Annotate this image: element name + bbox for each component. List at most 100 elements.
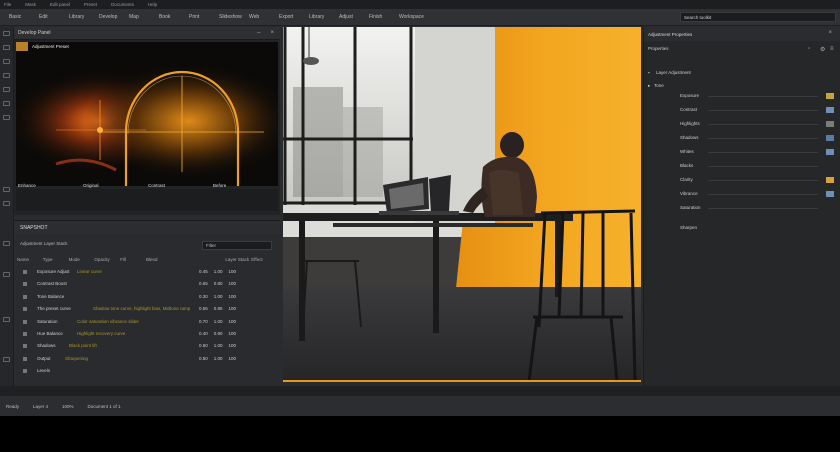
layers-tool-icon[interactable] bbox=[3, 241, 10, 246]
table-row[interactable]: Exposure Adjust Linear curve 0.45 1.00 100 bbox=[17, 267, 277, 279]
row-checkbox[interactable] bbox=[23, 356, 27, 361]
prop-swatch[interactable] bbox=[826, 135, 834, 141]
brush-tool-icon[interactable] bbox=[3, 59, 10, 64]
menu-item-file[interactable]: File bbox=[4, 2, 11, 7]
thumb-label-before[interactable]: Before bbox=[213, 183, 278, 188]
footer-zoom[interactable]: 100% bbox=[62, 404, 74, 409]
col-fill[interactable]: Fill bbox=[120, 257, 146, 262]
row-checkbox[interactable] bbox=[23, 270, 27, 274]
prop-swatch[interactable] bbox=[826, 149, 834, 155]
prop-slider[interactable] bbox=[708, 110, 818, 111]
tab-web[interactable]: Web bbox=[249, 14, 279, 20]
prop-slider[interactable] bbox=[708, 194, 818, 195]
prop-row[interactable]: Highlights bbox=[644, 119, 840, 129]
table-row[interactable]: Output Sharpening 0.50 1.00 100 bbox=[17, 354, 277, 366]
tab-book[interactable]: Book bbox=[159, 14, 189, 20]
reset-icon[interactable]: ▫ bbox=[808, 46, 810, 52]
mask-tool-icon[interactable] bbox=[3, 87, 10, 92]
tab-library-2[interactable]: Library bbox=[309, 14, 339, 20]
menu-item-mask[interactable]: Mask bbox=[25, 2, 36, 7]
row-checkbox[interactable] bbox=[23, 307, 27, 312]
thumb-label-contrast[interactable]: Contrast bbox=[148, 183, 213, 188]
tab-adjust[interactable]: Adjust bbox=[339, 14, 369, 20]
prop-row[interactable]: Saturation bbox=[644, 203, 840, 213]
history-tool-icon[interactable] bbox=[3, 272, 10, 277]
tab-export[interactable]: Export bbox=[279, 14, 309, 20]
settings-tool-icon[interactable] bbox=[3, 357, 10, 362]
col-blend[interactable]: Blend bbox=[146, 257, 225, 262]
tab-print[interactable]: Print bbox=[189, 14, 219, 20]
col-mode[interactable]: Mode bbox=[69, 257, 95, 262]
menu-item-preset[interactable]: Preset bbox=[84, 2, 97, 7]
row-checkbox[interactable] bbox=[23, 331, 27, 336]
text-tool-icon[interactable] bbox=[3, 115, 10, 120]
prop-slider[interactable] bbox=[708, 124, 818, 125]
prop-row[interactable]: Exposure bbox=[644, 91, 840, 101]
move-tool-icon[interactable] bbox=[3, 31, 10, 36]
prop-slider[interactable] bbox=[708, 138, 818, 139]
zoom-tool-icon[interactable] bbox=[3, 187, 10, 192]
col-name[interactable]: Name bbox=[17, 257, 43, 262]
prop-row[interactable]: Clarity bbox=[644, 175, 840, 185]
minimize-icon[interactable]: – bbox=[257, 30, 260, 36]
menu-item-edit-panel[interactable]: Edit panel bbox=[50, 2, 70, 7]
tab-edit[interactable]: Edit bbox=[39, 14, 69, 20]
filter-input[interactable]: Filter bbox=[202, 241, 272, 250]
thumb-label-original[interactable]: Original bbox=[83, 183, 148, 188]
close-icon[interactable]: × bbox=[270, 30, 274, 36]
row-checkbox[interactable] bbox=[23, 294, 27, 299]
group-chevron-icon[interactable]: ▸ bbox=[648, 83, 650, 89]
info-tool-icon[interactable] bbox=[3, 317, 10, 322]
gear-icon[interactable]: ⚙ bbox=[820, 46, 825, 53]
row-checkbox[interactable] bbox=[23, 344, 27, 349]
table-row[interactable]: Hue Balance Highlight recovery curve 0.4… bbox=[17, 329, 277, 341]
tab-finish[interactable]: Finish bbox=[369, 14, 399, 20]
prop-row[interactable]: Whites bbox=[644, 147, 840, 157]
row-checkbox[interactable] bbox=[23, 282, 27, 287]
prop-slider[interactable] bbox=[708, 166, 818, 167]
prop-row[interactable]: Vibrance bbox=[644, 189, 840, 199]
prop-row[interactable]: Sharpen bbox=[644, 223, 840, 233]
row-checkbox[interactable] bbox=[23, 319, 27, 324]
table-row[interactable]: Levels bbox=[17, 366, 277, 378]
tab-workspace[interactable]: Workspace bbox=[399, 14, 429, 20]
search-input[interactable]: Search toolkit bbox=[680, 12, 836, 22]
row-checkbox[interactable] bbox=[23, 369, 27, 374]
col-effect[interactable]: Effect bbox=[251, 257, 277, 262]
table-row[interactable]: The preset curve Shadow tone curve, high… bbox=[17, 304, 277, 316]
prop-row[interactable]: Blacks bbox=[644, 161, 840, 171]
col-layer-stack[interactable]: Layer Stack bbox=[225, 257, 251, 262]
close-icon[interactable]: × bbox=[828, 30, 832, 36]
crop-tool-icon[interactable] bbox=[3, 45, 10, 50]
prop-slider[interactable] bbox=[708, 208, 818, 209]
prop-row[interactable]: Shadows bbox=[644, 133, 840, 143]
tab-map[interactable]: Map bbox=[129, 14, 159, 20]
prop-slider[interactable] bbox=[708, 152, 818, 153]
table-row[interactable]: Tone Balance 0.30 1.00 100 bbox=[17, 292, 277, 304]
prop-slider[interactable] bbox=[708, 96, 818, 97]
prop-swatch[interactable] bbox=[826, 121, 834, 127]
preset-preview[interactable]: Adjustment Preset bbox=[16, 42, 278, 186]
hand-tool-icon[interactable] bbox=[3, 201, 10, 206]
tab-slideshow[interactable]: Slideshow bbox=[219, 14, 249, 20]
eraser-tool-icon[interactable] bbox=[3, 101, 10, 106]
gradient-tool-icon[interactable] bbox=[3, 73, 10, 78]
table-row[interactable]: Contrast Boost 0.65 0.80 100 bbox=[17, 279, 277, 291]
prop-row[interactable]: Contrast bbox=[644, 105, 840, 115]
prop-swatch[interactable] bbox=[826, 177, 834, 183]
thumb-label-enhance[interactable]: Enhance bbox=[18, 183, 83, 188]
col-type[interactable]: Type bbox=[43, 257, 69, 262]
prop-swatch[interactable] bbox=[826, 93, 834, 99]
more-icon[interactable]: ≡ bbox=[830, 46, 834, 52]
prop-slider[interactable] bbox=[708, 180, 818, 181]
table-row[interactable]: Saturation Color saturation vibrance sli… bbox=[17, 317, 277, 329]
col-opacity[interactable]: Opacity bbox=[94, 257, 120, 262]
tab-library[interactable]: Library bbox=[69, 14, 99, 20]
menu-item-documents[interactable]: Documents bbox=[111, 2, 134, 7]
prop-swatch[interactable] bbox=[826, 107, 834, 113]
tab-develop[interactable]: Develop bbox=[99, 14, 129, 20]
tab-basic[interactable]: Basic bbox=[9, 14, 39, 20]
menu-item-help[interactable]: Help bbox=[148, 2, 157, 7]
table-row[interactable]: Shadows Black point lift 0.60 1.00 100 bbox=[17, 341, 277, 353]
photo-canvas[interactable] bbox=[283, 27, 641, 381]
